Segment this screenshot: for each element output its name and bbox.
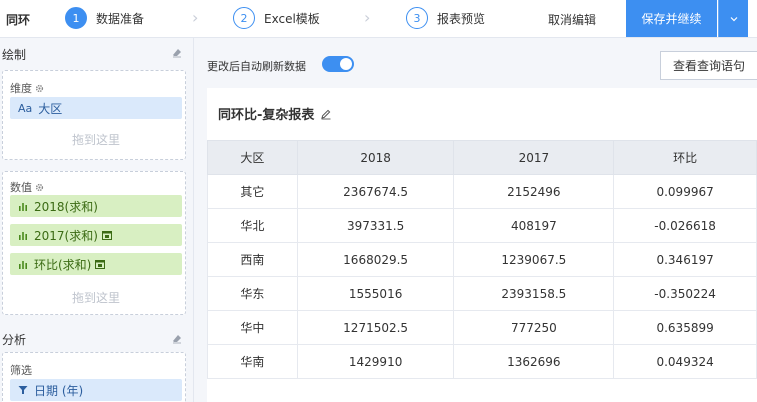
cancel-edit-button[interactable]: 取消编辑 [548,11,596,28]
calendar-icon [101,231,112,240]
step-number: 3 [406,7,428,29]
drop-here-hint: 拖到这里 [71,291,120,305]
column-header: 环比 [613,140,757,175]
step-label: 数据准备 [96,11,145,26]
table-row: 华东 1555016 2393158.5 -0.350224 [207,276,757,311]
value-cell: 1362696 [453,344,615,379]
bar-chart-icon [19,232,27,240]
step-number: 2 [233,7,255,29]
dimension-drop-zone[interactable]: 维度 Aa 大区 拖到这里 [2,70,186,160]
measure-label: 数值 [10,181,32,194]
column-header: 大区 [207,140,298,175]
toggle-knob [340,58,352,70]
value-cell: -0.350224 [613,276,757,311]
region-cell: 华中 [207,310,298,345]
value-cell: 2367674.5 [296,174,455,209]
step-report-preview[interactable]: 3 报表预览 [406,6,485,30]
table-row: 其它 2367674.5 2152496 0.099967 [207,174,757,209]
auto-refresh-toggle[interactable] [322,56,354,72]
top-bar: 同环 1 数据准备 › 2 Excel模板 › 3 报表预览 取消编辑 保存并继… [0,0,757,38]
value-cell: 0.099967 [613,174,757,209]
measure-field-2018[interactable]: 2018(求和) [10,195,182,217]
filter-field-date-year[interactable]: 日期 (年) [10,379,182,401]
value-cell: 1555016 [296,276,455,311]
value-cell: 2393158.5 [453,276,615,311]
analysis-section-title: 分析 [2,333,27,347]
region-cell: 其它 [207,174,298,209]
bar-chart-icon [19,203,27,211]
field-panel: 绘制 维度 Aa 大区 拖到这里 数值 2018(求和) 2017(求和) 环比… [0,38,194,402]
region-cell: 西南 [207,242,298,277]
report-title-text: 同环比-复杂报表 [218,108,315,123]
report-card: 同环比-复杂报表 大区 2018 2017 环比 其它 2367674.5 2152… [207,88,757,402]
chevron-right-icon: › [192,8,199,27]
step-label: 报表预览 [437,11,486,26]
report-title: 同环比-复杂报表 [218,104,332,123]
bar-chart-icon [19,261,27,269]
step-data-prep[interactable]: 1 数据准备 [65,6,144,30]
value-cell: 777250 [453,310,615,345]
filter-header: 筛选 [10,362,32,378]
value-cell: 2152496 [453,174,615,209]
dimension-header: 维度 [10,80,44,96]
value-cell: 408197 [453,208,615,243]
table-header-row: 大区 2018 2017 环比 [207,140,757,175]
filter-icon [18,386,28,394]
measure-field-2017[interactable]: 2017(求和) [10,224,182,246]
column-header: 2017 [453,140,615,175]
region-cell: 华南 [207,344,298,379]
step-number: 1 [65,7,87,29]
draw-section-title: 绘制 [2,48,27,62]
table-row: 西南 1668029.5 1239067.5 0.346197 [207,242,757,277]
eraser-icon[interactable] [172,48,182,58]
dimension-label: 维度 [10,82,32,95]
field-label: 环比(求和) [34,257,92,272]
field-label: 2017(求和) [34,228,98,243]
dimension-field-region[interactable]: Aa 大区 [10,97,182,119]
drop-here-hint: 拖到这里 [71,133,120,147]
filter-drop-zone[interactable]: 筛选 日期 (年) [2,352,186,402]
value-cell: 0.346197 [613,242,757,277]
column-header: 2018 [296,140,455,175]
value-cell: 0.635899 [613,310,757,345]
auto-refresh-label: 更改后自动刷新数据 [207,60,306,73]
table-row: 华北 397331.5 408197 -0.026618 [207,208,757,243]
field-label: 大区 [38,101,63,116]
text-type-icon: Aa [18,101,33,115]
report-table: 大区 2018 2017 环比 其它 2367674.5 2152496 0.0999… [207,140,757,379]
filter-label: 筛选 [10,364,32,377]
gear-icon[interactable] [35,84,44,93]
measure-drop-zone[interactable]: 数值 2018(求和) 2017(求和) 环比(求和) 拖到这里 [2,171,186,315]
save-options-dropdown[interactable] [718,0,748,37]
main-area: 更改后自动刷新数据 查看查询语句 同环比-复杂报表 大区 2018 2017 环… [194,38,757,402]
eraser-icon[interactable] [172,334,182,344]
value-cell: 0.049324 [613,344,757,379]
save-continue-button[interactable]: 保存并继续 [626,0,717,37]
value-cell: 1271502.5 [296,310,455,345]
chevron-down-icon [730,16,737,21]
step-excel-template[interactable]: 2 Excel模板 [233,6,320,30]
table-row: 华中 1271502.5 777250 0.635899 [207,310,757,345]
step-label: Excel模板 [264,11,320,26]
measure-field-mom[interactable]: 环比(求和) [10,253,182,275]
measure-header: 数值 [10,179,44,195]
edit-pencil-icon[interactable] [320,108,332,120]
gear-icon[interactable] [35,183,44,192]
value-cell: 1429910 [296,344,455,379]
value-cell: 397331.5 [296,208,455,243]
region-cell: 华北 [207,208,298,243]
view-query-button[interactable]: 查看查询语句 [660,51,757,80]
page-title: 同环 [6,13,31,27]
field-label: 日期 (年) [34,383,84,398]
region-cell: 华东 [207,276,298,311]
calendar-icon [95,260,106,269]
value-cell: 1668029.5 [296,242,455,277]
chevron-right-icon: › [364,8,371,27]
table-row: 华南 1429910 1362696 0.049324 [207,344,757,379]
value-cell: -0.026618 [613,208,757,243]
value-cell: 1239067.5 [453,242,615,277]
field-label: 2018(求和) [34,199,98,214]
